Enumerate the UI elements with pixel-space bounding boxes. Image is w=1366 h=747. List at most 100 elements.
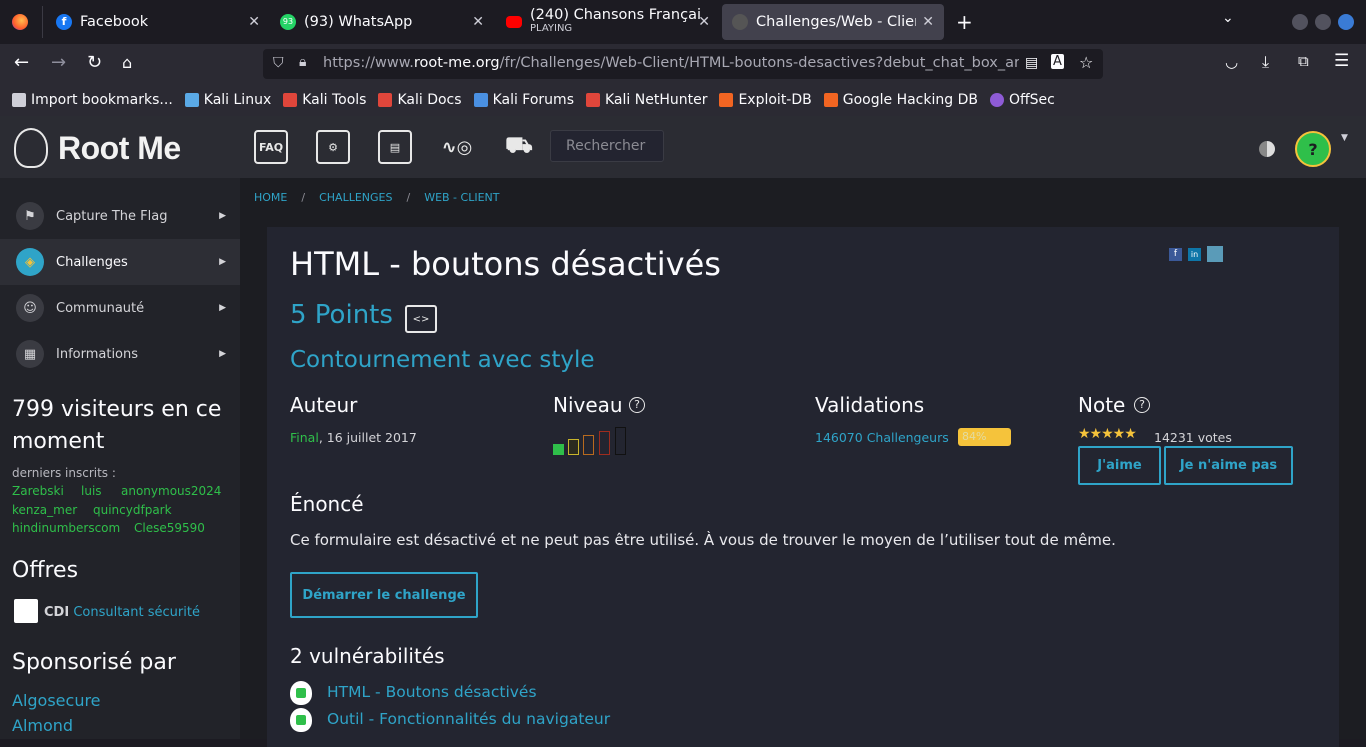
faq-icon[interactable]: FAQ: [254, 130, 288, 164]
sponsor-link[interactable]: Algosecure: [12, 691, 101, 710]
user-link[interactable]: kenza_mer: [12, 503, 77, 517]
url-bar[interactable]: ⛉ 🔒︎ https://www.root-me.org/fr/Challeng…: [263, 49, 1103, 79]
bookmark-kali-linux[interactable]: Kali Linux: [184, 92, 271, 108]
offer-link[interactable]: Consultant sécurité: [73, 605, 200, 620]
last-registered-label: derniers inscrits :: [12, 466, 116, 480]
minimize-icon[interactable]: [1292, 14, 1308, 30]
validations-label: Validations: [815, 393, 925, 417]
like-button[interactable]: J'aime: [1078, 446, 1161, 485]
user-link[interactable]: hindinumberscom: [12, 521, 120, 535]
vuln-link[interactable]: HTML - Boutons désactivés: [327, 683, 537, 701]
votes-count: 14231 votes: [1154, 430, 1232, 445]
sidebar-item-challenges[interactable]: ◈ Challenges ▶: [0, 239, 240, 285]
window-close-icon[interactable]: [1338, 14, 1354, 30]
site-logo[interactable]: Root Me: [58, 130, 181, 167]
start-challenge-button[interactable]: Démarrer le challenge: [290, 572, 478, 618]
maximize-icon[interactable]: [1315, 14, 1331, 30]
info-icon: ▦: [16, 340, 44, 368]
author-link[interactable]: Final: [290, 430, 319, 445]
bookmark-nethunter[interactable]: Kali NetHunter: [586, 92, 707, 108]
search-input[interactable]: Rechercher: [550, 130, 664, 162]
sidebar-item-ctf[interactable]: ⚑ Capture The Flag ▶: [0, 193, 240, 239]
faq-text: FAQ: [258, 140, 284, 154]
reader-mode-icon[interactable]: ▤: [1025, 55, 1038, 71]
vuln-link[interactable]: Outil - Fonctionnalités du navigateur: [327, 710, 610, 728]
rating-label: Note: [1078, 393, 1126, 417]
docs-icon[interactable]: ▤: [378, 130, 412, 164]
company-logo[interactable]: [14, 599, 38, 623]
offers-title: Offres: [12, 558, 79, 583]
linkedin-share-icon[interactable]: in: [1188, 248, 1201, 261]
bookmark-label: Exploit-DB: [738, 92, 812, 108]
close-icon[interactable]: ✕: [922, 14, 934, 30]
shield-lock-icon: [290, 681, 312, 705]
shop-icon[interactable]: ⛟: [502, 130, 536, 164]
facebook-share-icon[interactable]: f: [1169, 248, 1182, 261]
bookmark-offsec[interactable]: OffSec: [989, 92, 1055, 108]
tab-whatsapp[interactable]: 93 (93) WhatsApp ✕: [270, 0, 494, 44]
bookmark-exploitdb[interactable]: Exploit-DB: [719, 92, 812, 108]
user-link[interactable]: Zarebski: [12, 484, 64, 498]
challenge-points: 5 Points: [290, 300, 393, 330]
chevron-down-icon[interactable]: ▼: [1341, 133, 1348, 143]
bookmark-import[interactable]: Import bookmarks...: [12, 92, 173, 108]
help-icon[interactable]: ?: [1134, 397, 1150, 413]
forward-icon[interactable]: →: [51, 52, 66, 73]
tab-list-icon[interactable]: ⌄: [1222, 10, 1234, 26]
home-icon[interactable]: ⌂: [122, 53, 132, 72]
close-icon[interactable]: ✕: [472, 14, 484, 30]
downloads-icon[interactable]: ⤓: [1262, 52, 1269, 72]
tab-facebook[interactable]: f Facebook ✕: [46, 0, 270, 44]
kali-docs-icon: [378, 93, 393, 107]
visitors-count: 799 visiteurs en ce moment: [12, 397, 222, 454]
reload-icon[interactable]: ↻: [87, 52, 102, 73]
flag-icon: ⚑: [16, 202, 44, 230]
guide-icon[interactable]: ⚙: [316, 130, 350, 164]
dislike-button[interactable]: Je n'aime pas: [1164, 446, 1293, 485]
bookmark-kali-docs[interactable]: Kali Docs: [378, 92, 462, 108]
new-tab-icon[interactable]: +: [956, 10, 973, 34]
tab-title: (240) Chansons Française: [530, 8, 700, 23]
validations-link[interactable]: 146070 Challengeurs: [815, 430, 949, 445]
sidebar-item-informations[interactable]: ▦ Informations ▶: [0, 331, 240, 377]
pocket-icon[interactable]: ◡: [1225, 53, 1238, 71]
bookmark-kali-tools[interactable]: Kali Tools: [283, 92, 366, 108]
podcast-icon[interactable]: ∿◎: [440, 130, 474, 164]
shield-icon[interactable]: ⛉: [273, 55, 284, 71]
close-icon[interactable]: ✕: [698, 14, 710, 30]
twitter-share-icon[interactable]: [1207, 246, 1223, 262]
user-link[interactable]: Clese59590: [134, 521, 205, 535]
help-icon[interactable]: ?: [629, 397, 645, 413]
translate-icon[interactable]: A: [1051, 54, 1064, 69]
url-text[interactable]: https://www.root-me.org/fr/Challenges/We…: [323, 55, 1019, 71]
user-link[interactable]: luis: [81, 484, 102, 498]
lock-icon[interactable]: 🔒︎: [299, 54, 306, 70]
user-avatar[interactable]: ?: [1295, 131, 1331, 167]
user-link[interactable]: anonymous2024: [121, 484, 221, 498]
sponsor-link[interactable]: Almond: [12, 716, 73, 735]
extensions-icon[interactable]: ⧉: [1298, 52, 1309, 70]
rootme-logo-icon[interactable]: [14, 128, 48, 168]
bookmark-label: Kali NetHunter: [605, 92, 708, 108]
bookmark-kali-forums[interactable]: Kali Forums: [473, 92, 574, 108]
offer-company: CDI: [44, 605, 70, 620]
breadcrumb-web-client[interactable]: WEB - CLIENT: [424, 191, 499, 204]
close-icon[interactable]: ✕: [248, 14, 260, 30]
chevron-right-icon: ▶: [219, 257, 226, 267]
bookmark-star-icon[interactable]: ☆: [1079, 53, 1093, 72]
tab-title: Facebook: [80, 14, 149, 30]
menu-icon[interactable]: ☰: [1334, 51, 1349, 71]
sidebar-item-community[interactable]: ☺ Communauté ▶: [0, 285, 240, 331]
user-link[interactable]: quincydfpark: [93, 503, 172, 517]
breadcrumb-home[interactable]: HOME: [254, 191, 287, 204]
bookmarks-bar: Import bookmarks... Kali Linux Kali Tool…: [0, 84, 1366, 116]
tab-rootme[interactable]: Challenges/Web - Client ✕: [722, 4, 944, 40]
tab-youtube[interactable]: (240) Chansons Française PLAYING ✕: [496, 0, 720, 44]
breadcrumb-challenges[interactable]: CHALLENGES: [319, 191, 392, 204]
bookmark-ghdb[interactable]: Google Hacking DB: [823, 92, 978, 108]
bookmark-label: Google Hacking DB: [842, 92, 978, 108]
sidebar-item-label: Communauté: [56, 300, 145, 316]
firefox-icon[interactable]: [12, 14, 28, 30]
back-icon[interactable]: ←: [14, 52, 29, 73]
theme-toggle-icon[interactable]: [1259, 141, 1275, 157]
